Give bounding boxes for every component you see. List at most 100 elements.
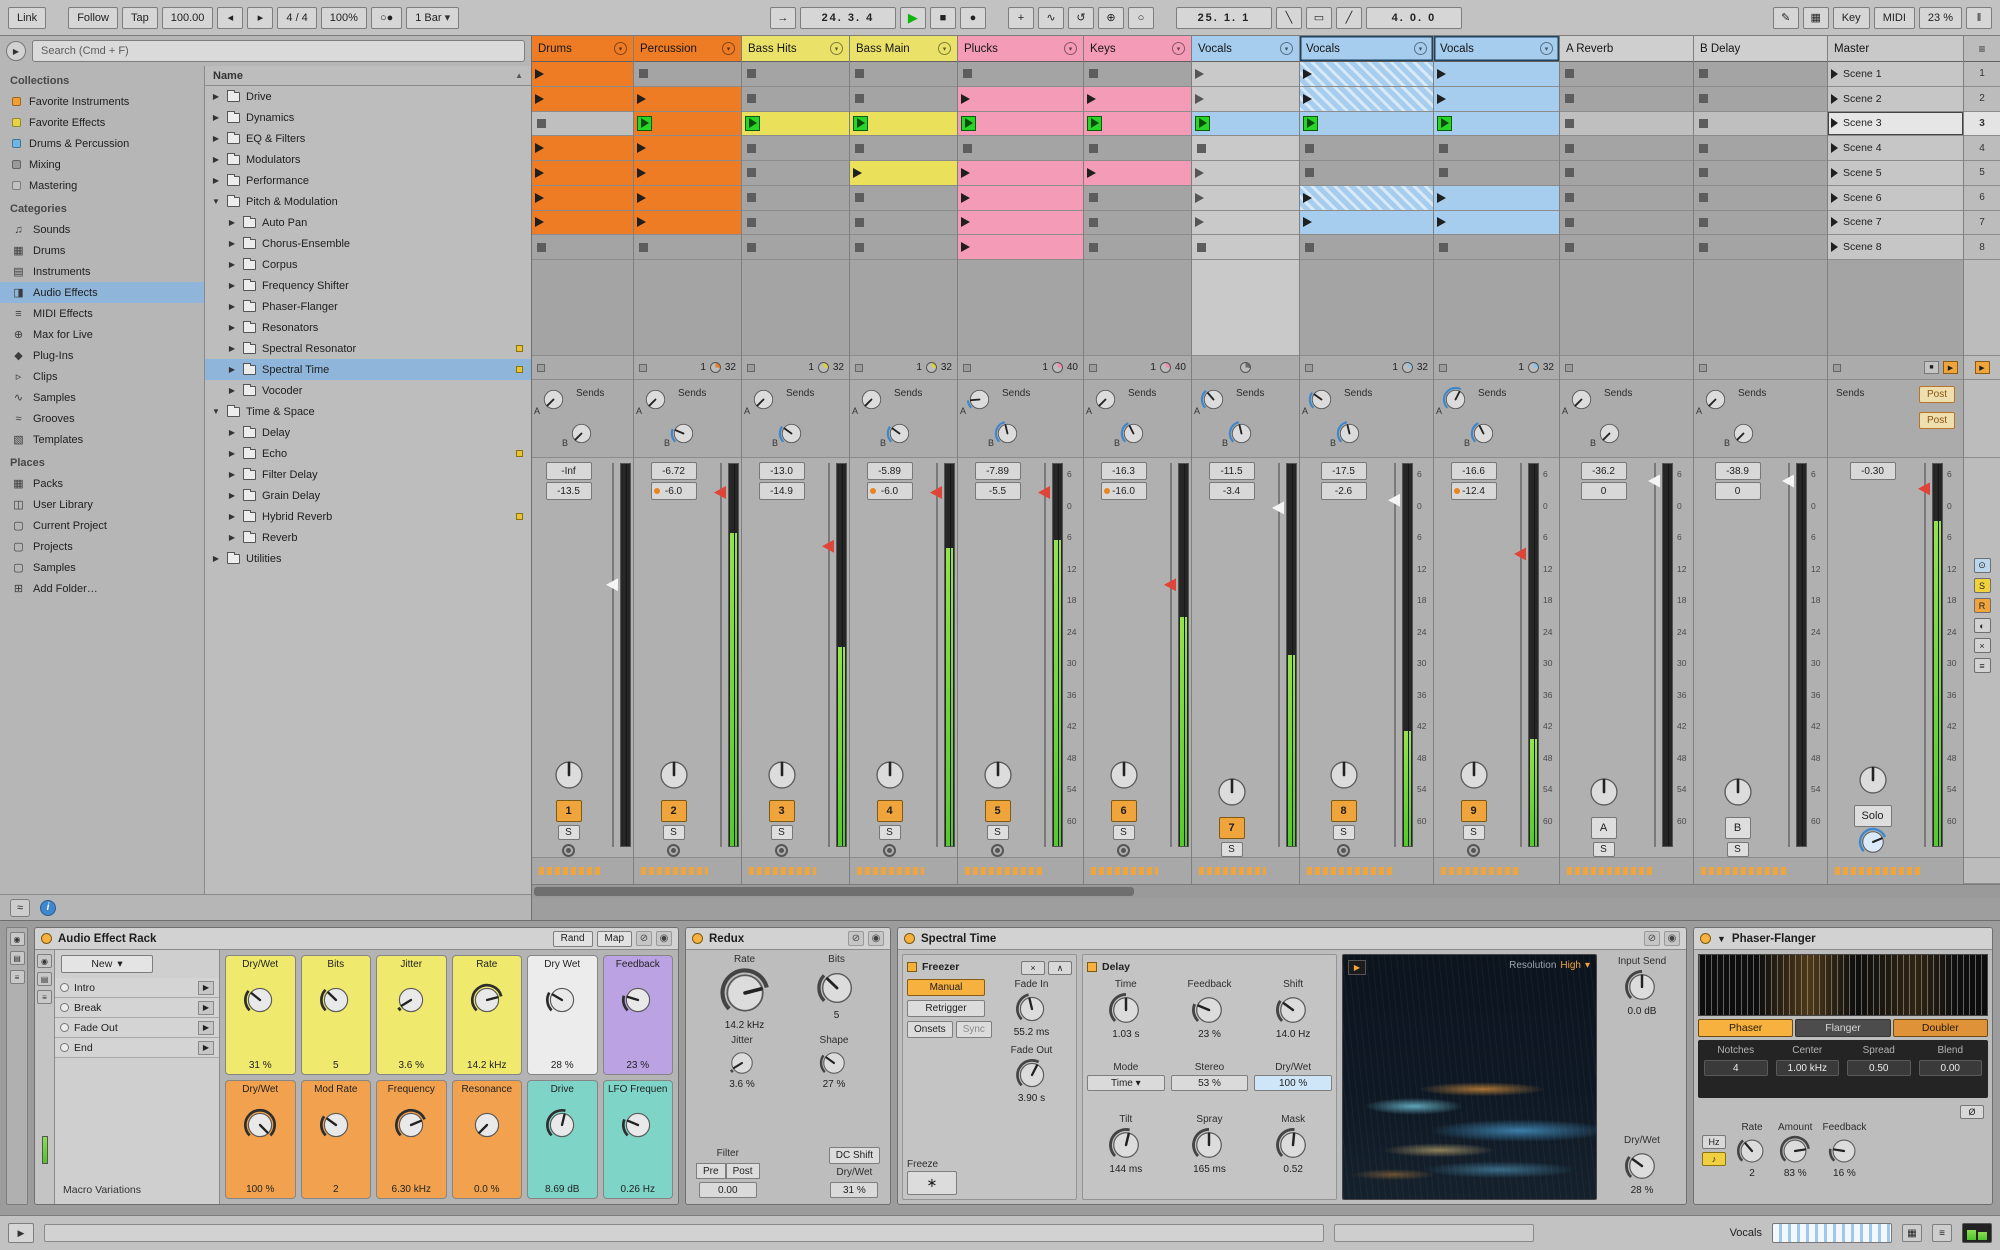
groove-amount-field[interactable]: 100%: [320, 6, 367, 29]
sidebar-item-sounds[interactable]: ♫ Sounds: [0, 219, 204, 240]
clip-slot[interactable]: [1694, 111, 1827, 137]
feedback-value[interactable]: 23 %: [1198, 1029, 1221, 1040]
peak-level-display[interactable]: -17.5: [1320, 462, 1367, 480]
clip-launch-icon[interactable]: [637, 217, 646, 228]
peak-level-display[interactable]: -5.89: [866, 462, 913, 480]
clip-launch-icon[interactable]: [1087, 167, 1096, 178]
clip-slot[interactable]: [958, 161, 1083, 186]
clip-stop-icon[interactable]: [1089, 193, 1098, 203]
clip-slot[interactable]: [634, 235, 741, 260]
disclosure-icon[interactable]: ▶: [227, 323, 237, 332]
disclosure-icon[interactable]: ▶: [211, 554, 221, 563]
pan-knob[interactable]: [1719, 773, 1757, 811]
pan-knob[interactable]: [550, 756, 588, 794]
clip-stop-icon[interactable]: [963, 69, 972, 79]
clip-slot[interactable]: [1560, 86, 1693, 112]
send-b-post-toggle[interactable]: Post: [1919, 412, 1955, 429]
scene-slot-7[interactable]: Scene 7: [1828, 210, 1963, 236]
rate-knob[interactable]: [719, 967, 771, 1019]
clip-slot[interactable]: [742, 210, 849, 236]
clip-launch-icon[interactable]: [535, 217, 544, 228]
volume-fader[interactable]: [929, 463, 944, 847]
clip-launch-icon[interactable]: [961, 93, 970, 104]
clip-slot[interactable]: [1084, 161, 1191, 186]
macro-variations-label[interactable]: Macro Variations: [55, 1176, 219, 1204]
solo-button[interactable]: S: [986, 825, 1009, 840]
rack-clip-view-toggle-icon[interactable]: ◉: [37, 954, 52, 968]
sidebar-item-projects[interactable]: ▢ Projects: [0, 536, 204, 557]
groove-pool-toggle-icon[interactable]: ≈: [10, 898, 30, 917]
peak-level-display[interactable]: -7.89: [974, 462, 1021, 480]
track-fold-icon[interactable]: ▾: [938, 42, 951, 55]
shape-knob[interactable]: [819, 1048, 849, 1078]
clip-slot[interactable]: [1300, 185, 1433, 211]
track-header[interactable]: Plucks ▾: [958, 36, 1083, 62]
rate-sync-button[interactable]: ♪: [1702, 1152, 1726, 1166]
clip-stop-icon[interactable]: [1565, 143, 1574, 153]
sidebar-item-clips[interactable]: ▹ Clips: [0, 366, 204, 387]
freeze-sync-button[interactable]: Sync: [955, 1021, 992, 1038]
browser-item-echo[interactable]: ▶ Echo: [205, 443, 531, 464]
send-a-knob[interactable]: [1200, 386, 1227, 413]
rack-chain-break[interactable]: Break ▶: [55, 998, 219, 1018]
browser-item-utilities[interactable]: ▶ Utilities: [205, 548, 531, 569]
fade-in-value[interactable]: 55.2 ms: [1014, 1027, 1050, 1038]
solo-button[interactable]: S: [1726, 842, 1749, 857]
clip-slot[interactable]: [1084, 185, 1191, 211]
clip-slot[interactable]: [850, 161, 957, 186]
browser-item-corpus[interactable]: ▶ Corpus: [205, 254, 531, 275]
track-header[interactable]: Keys ▾: [1084, 36, 1191, 62]
macro-knob[interactable]: [319, 1108, 353, 1142]
peak-level-display[interactable]: -13.0: [758, 462, 805, 480]
clip-slot[interactable]: [532, 111, 633, 137]
mini-clip-overview[interactable]: [1772, 1223, 1892, 1243]
browser-item-modulators[interactable]: ▶ Modulators: [205, 149, 531, 170]
clip-slot[interactable]: [1192, 86, 1299, 112]
fade-out-knob[interactable]: [1015, 1058, 1049, 1092]
clip-playing-icon[interactable]: [961, 115, 976, 131]
shape-value[interactable]: 27 %: [823, 1079, 846, 1090]
send-b-knob[interactable]: [1120, 420, 1147, 447]
disclosure-icon[interactable]: ▶: [227, 470, 237, 479]
macro-value[interactable]: 2: [333, 1184, 339, 1195]
clip-slot[interactable]: [850, 111, 957, 137]
clip-launch-icon[interactable]: [1303, 217, 1312, 228]
sidebar-item-instruments[interactable]: ▤ Instruments: [0, 261, 204, 282]
rack-chain-view-toggle-icon[interactable]: ≡: [37, 990, 52, 1004]
clip-playing-icon[interactable]: [1303, 115, 1318, 131]
mask-value[interactable]: 0.52: [1283, 1164, 1302, 1175]
clip-stop-icon[interactable]: [1089, 217, 1098, 227]
clip-slot[interactable]: [1434, 210, 1559, 236]
sidebar-item-samples[interactable]: ▢ Samples: [0, 557, 204, 578]
track-activator-button[interactable]: 5: [984, 800, 1011, 822]
chain-play-icon[interactable]: ▶: [198, 1040, 214, 1055]
disclosure-icon[interactable]: ▶: [211, 134, 221, 143]
save-preset-icon[interactable]: ◉: [868, 931, 884, 946]
loop-button[interactable]: ▭: [1305, 6, 1332, 29]
rack-chain-intro[interactable]: Intro ▶: [55, 978, 219, 998]
disclosure-icon[interactable]: ▶: [211, 155, 221, 164]
clip-slot[interactable]: [958, 86, 1083, 112]
clip-slot[interactable]: [634, 136, 741, 161]
disclosure-icon[interactable]: ▶: [227, 533, 237, 542]
clip-stop-icon[interactable]: [747, 193, 756, 203]
volume-fader[interactable]: [1387, 463, 1402, 847]
clip-stop-all-icon[interactable]: [1699, 363, 1707, 372]
scene-slot-5[interactable]: Scene 5: [1828, 161, 1963, 186]
clip-slot[interactable]: [1434, 185, 1559, 211]
returns-section-toggle[interactable]: R: [1973, 598, 1991, 613]
clip-launch-icon[interactable]: [1195, 93, 1204, 104]
midi-map-button[interactable]: MIDI: [1873, 6, 1915, 29]
blend-value[interactable]: 0.00: [1918, 1060, 1982, 1076]
play-button[interactable]: ▶: [899, 6, 926, 29]
clip-stop-icon[interactable]: [855, 69, 864, 79]
clip-launch-icon[interactable]: [961, 167, 970, 178]
clip-slot[interactable]: [1560, 136, 1693, 161]
browser-item-spectral-resonator[interactable]: ▶ Spectral Resonator: [205, 338, 531, 359]
clip-slot[interactable]: [1560, 62, 1693, 87]
sidebar-item-drums-percussion[interactable]: Drums & Percussion: [0, 133, 204, 154]
clip-slot[interactable]: [1694, 161, 1827, 186]
dry-wet-value[interactable]: 28 %: [1631, 1185, 1654, 1196]
browser-collapse-button[interactable]: ▶: [6, 41, 26, 61]
trackdelay-section-toggle[interactable]: ×: [1973, 638, 1991, 653]
